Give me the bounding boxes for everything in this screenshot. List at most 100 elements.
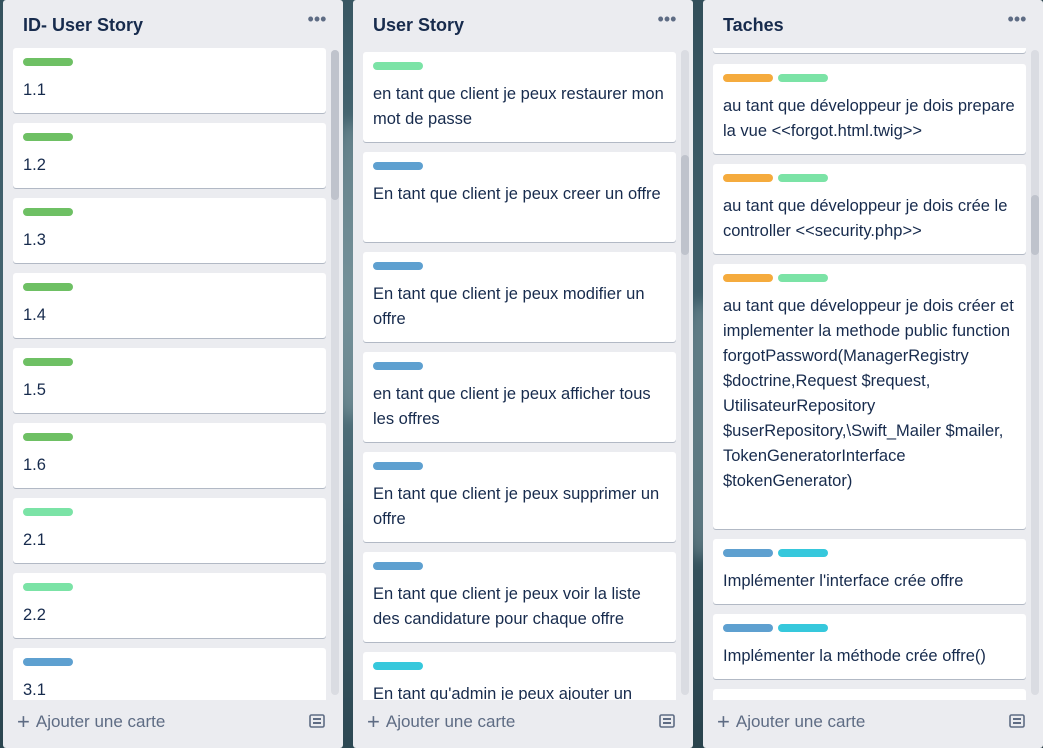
add-card-button[interactable]: + Ajouter une carte [717,708,865,736]
card-template-icon[interactable] [659,714,675,728]
label-light-green[interactable] [23,583,73,591]
card[interactable]: Implémenter la méthode crée offre() [713,614,1026,679]
list-id-user-story: ID- User Story ••• 1.1 1.2 1.3 1.4 1.5 1… [3,0,343,748]
list-footer: + Ajouter une carte [703,700,1043,748]
card-title: En tant qu'admin je peux ajouter un [373,685,633,700]
label-cyan[interactable] [778,624,828,632]
card-container: 1.1 1.2 1.3 1.4 1.5 1.6 2.1 2.2 3.1 [13,48,326,700]
card[interactable]: En tant que client je peux supprimer un … [363,452,676,542]
card-title: 3.1 [23,681,46,699]
card[interactable]: En tant que client je peux modifier un o… [363,252,676,342]
card[interactable]: au tant que développeur je dois crée le … [713,164,1026,254]
label-green[interactable] [23,58,73,66]
label-green[interactable] [23,283,73,291]
label-green[interactable] [23,208,73,216]
list-footer: + Ajouter une carte [3,700,343,748]
label-light-green[interactable] [23,508,73,516]
card[interactable]: 1.5 [13,348,326,413]
card-template-icon[interactable] [1009,714,1025,728]
card-title: en tant que client je peux afficher tous… [373,385,651,428]
label-blue[interactable] [373,462,423,470]
more-options-icon[interactable]: ••• [656,10,678,32]
list-footer: + Ajouter une carte [353,700,693,748]
card-title: en tant que client je peux restaurer mon… [373,85,664,128]
card-title: En tant que client je peux creer un offr… [373,185,661,203]
label-blue[interactable] [723,549,773,557]
card[interactable]: 1.2 [13,123,326,188]
more-options-icon[interactable]: ••• [1006,10,1028,32]
card[interactable]: 1.6 [13,423,326,488]
list-title[interactable]: Taches [723,15,784,36]
card-title: au tant que développeur je dois créer et… [723,297,1014,490]
label-light-green[interactable] [778,74,828,82]
card-title: 1.3 [23,231,46,249]
list-header: Taches ••• [703,0,1043,50]
scrollbar[interactable] [331,50,339,695]
card[interactable]: en tant que client je peux afficher tous… [363,352,676,442]
card-title: Implémenter la méthode crée offre() [723,647,986,665]
list-title[interactable]: ID- User Story [23,15,143,36]
card-partial[interactable] [713,48,1026,53]
card-container: en tant que client je peux restaurer mon… [363,48,676,700]
card[interactable]: 2.1 [13,498,326,563]
label-blue[interactable] [373,362,423,370]
card-title: 2.1 [23,531,46,549]
label-green[interactable] [23,358,73,366]
add-card-button[interactable]: + Ajouter une carte [17,708,165,736]
scrollbar-thumb[interactable] [1031,195,1039,255]
card-title: au tant que développeur je dois crée le … [723,197,1008,240]
card[interactable]: en tant que client je peux restaurer mon… [363,52,676,142]
card[interactable]: En tant que client je peux voir la liste… [363,552,676,642]
card-title: 1.2 [23,156,46,174]
label-cyan[interactable] [373,662,423,670]
scrollbar-thumb[interactable] [681,155,689,255]
add-card-label: Ajouter une carte [735,712,866,731]
label-blue[interactable] [23,658,73,666]
label-blue[interactable] [723,624,773,632]
card[interactable]: 3.1 [13,648,326,700]
card-title: 1.4 [23,306,46,324]
label-blue[interactable] [373,262,423,270]
card-title: 1.6 [23,456,46,474]
card-title: Implémenter l'interface crée offre [723,572,964,590]
card-title: En tant que client je peux modifier un o… [373,285,645,328]
card-title: En tant que client je peux voir la liste… [373,585,641,628]
label-green[interactable] [23,433,73,441]
card[interactable]: 1.4 [13,273,326,338]
label-light-green[interactable] [373,62,423,70]
card-template-icon[interactable] [309,714,325,728]
card[interactable]: 2.2 [13,573,326,638]
label-cyan[interactable] [778,549,828,557]
label-light-green[interactable] [778,274,828,282]
list-taches: Taches ••• au tant que développeur je do… [703,0,1043,748]
scrollbar[interactable] [1031,50,1039,695]
card[interactable]: En tant qu'admin je peux ajouter un [363,652,676,700]
card[interactable]: Implémenter l'interface crée offre [713,539,1026,604]
list-title[interactable]: User Story [373,15,464,36]
label-orange[interactable] [723,174,773,182]
label-light-green[interactable] [778,174,828,182]
label-orange[interactable] [723,274,773,282]
list-user-story: User Story ••• en tant que client je peu… [353,0,693,748]
label-green[interactable] [23,133,73,141]
scrollbar-thumb[interactable] [331,50,339,200]
card-title: 1.5 [23,381,46,399]
list-header: ID- User Story ••• [3,0,343,50]
card-title: au tant que développeur je dois prepare … [723,97,1015,140]
card[interactable]: au tant que développeur je dois prepare … [713,64,1026,154]
card[interactable]: 1.1 [13,48,326,113]
add-card-button[interactable]: + Ajouter une carte [367,708,515,736]
card-partial[interactable] [713,689,1026,700]
label-blue[interactable] [373,562,423,570]
card-title: 1.1 [23,81,46,99]
more-options-icon[interactable]: ••• [306,10,328,32]
label-blue[interactable] [373,162,423,170]
card[interactable]: au tant que développeur je dois créer et… [713,264,1026,529]
add-card-label: Ajouter une carte [35,712,166,731]
plus-icon: + [717,709,730,734]
card-title: 2.2 [23,606,46,624]
card[interactable]: En tant que client je peux creer un offr… [363,152,676,242]
label-orange[interactable] [723,74,773,82]
card[interactable]: 1.3 [13,198,326,263]
scrollbar[interactable] [681,50,689,695]
